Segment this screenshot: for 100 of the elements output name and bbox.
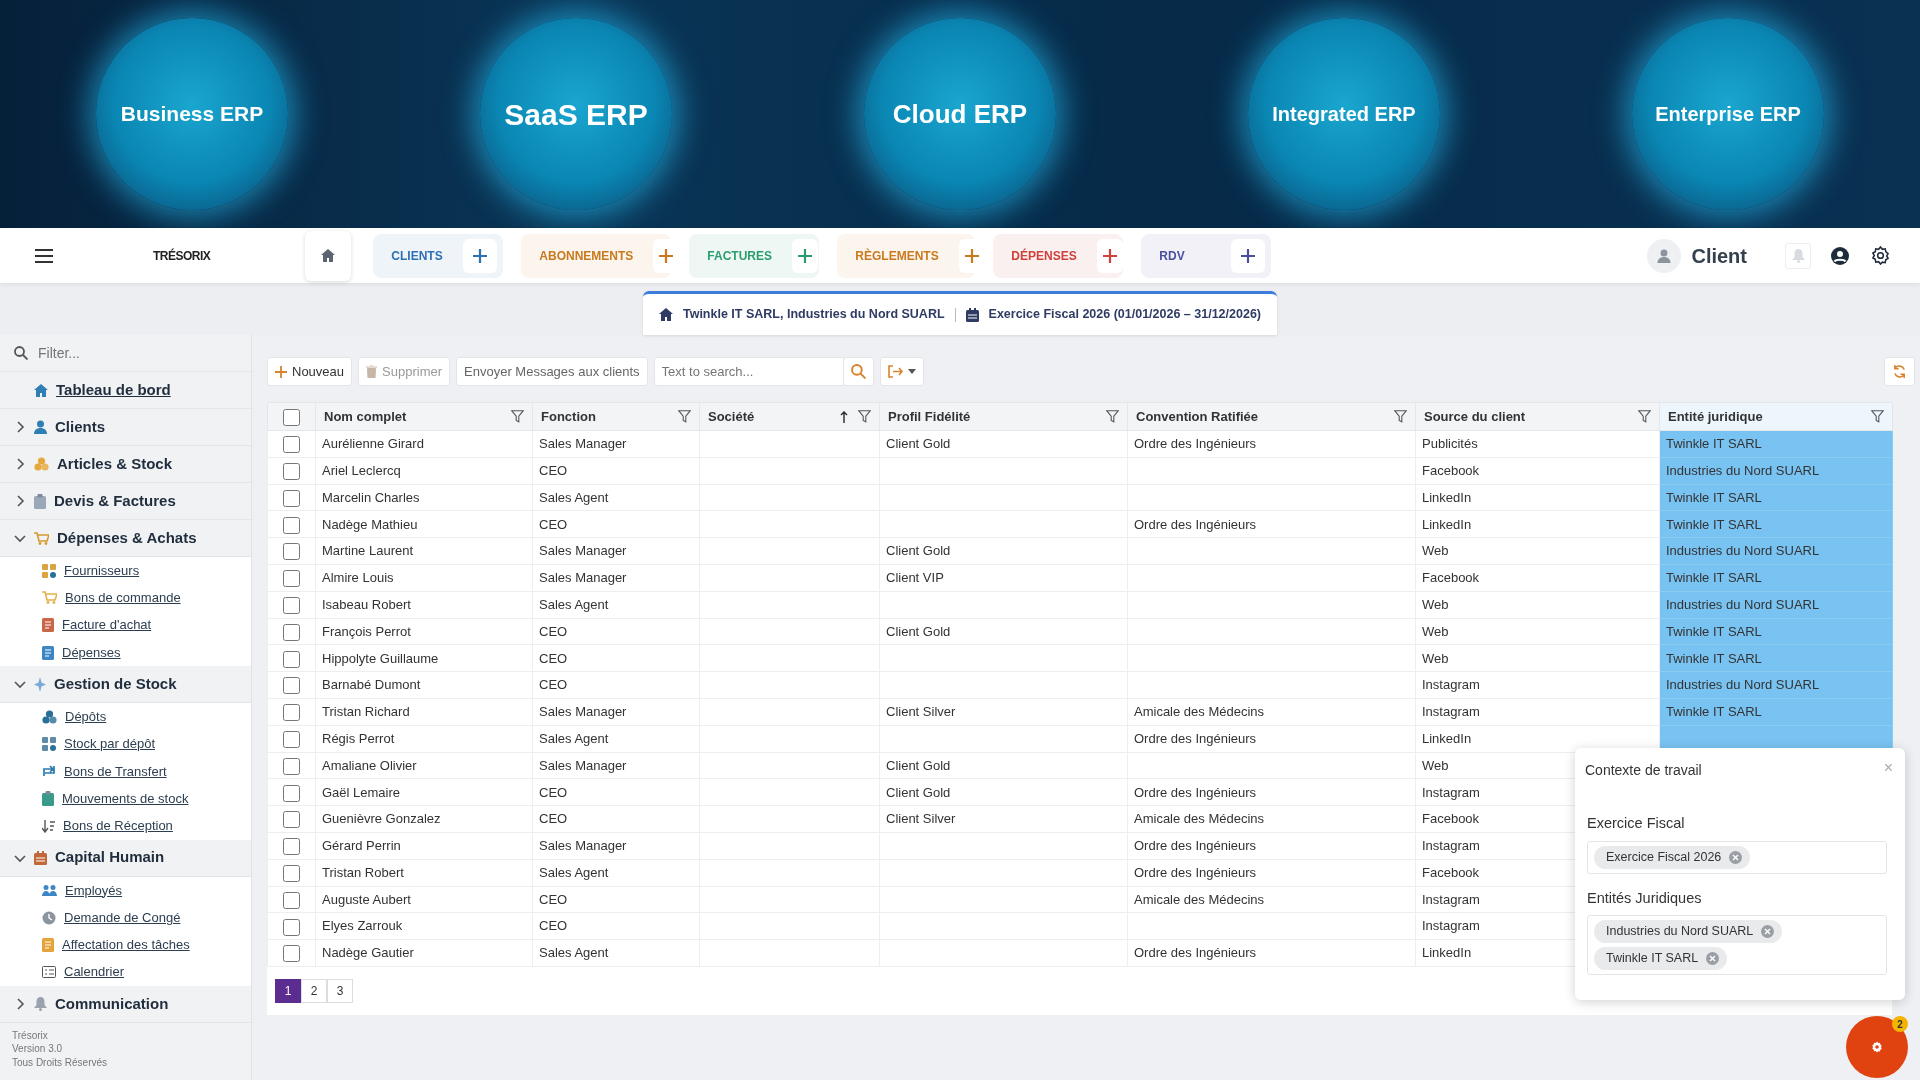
multi-select-field[interactable]: Exercice Fiscal 2026 bbox=[1587, 840, 1887, 874]
column-header[interactable]: Convention Ratifiée bbox=[1127, 402, 1416, 431]
column-header[interactable]: Profil Fidélité bbox=[879, 402, 1128, 431]
add-button[interactable] bbox=[1231, 238, 1266, 273]
document-icon bbox=[42, 645, 54, 660]
sidebar-section[interactable]: Gestion de Stock bbox=[54, 672, 177, 696]
sidebar-link[interactable]: Dépenses bbox=[62, 642, 121, 663]
row-checkbox[interactable] bbox=[283, 597, 300, 614]
sidebar-link[interactable]: Dépôts bbox=[65, 707, 107, 727]
row-checkbox[interactable] bbox=[283, 704, 300, 722]
row-checkbox[interactable] bbox=[283, 784, 300, 802]
row-checkbox[interactable] bbox=[283, 757, 300, 775]
new-button[interactable]: Nouveau bbox=[267, 357, 353, 386]
filter-icon[interactable] bbox=[511, 410, 524, 423]
chevron-right-icon[interactable] bbox=[14, 458, 26, 470]
page-button[interactable]: 2 bbox=[301, 978, 327, 1003]
remove-icon[interactable] bbox=[1729, 850, 1743, 864]
row-checkbox[interactable] bbox=[283, 570, 300, 588]
add-button[interactable] bbox=[463, 238, 498, 273]
sidebar-section[interactable]: Capital Humain bbox=[55, 846, 165, 869]
erp-bubble: Enterprise ERP bbox=[1632, 18, 1824, 210]
column-header[interactable]: Source du client bbox=[1415, 402, 1660, 431]
filter-field[interactable]: Filter... bbox=[36, 341, 226, 365]
filter-icon[interactable] bbox=[1106, 410, 1119, 423]
export-button[interactable] bbox=[879, 357, 924, 386]
row-checkbox[interactable] bbox=[283, 918, 300, 936]
filter-icon[interactable] bbox=[858, 410, 871, 423]
erp-bubble: Integrated ERP bbox=[1248, 18, 1440, 210]
column-header[interactable]: Nom complet bbox=[315, 402, 533, 431]
refresh-button[interactable] bbox=[1884, 357, 1915, 386]
search-field[interactable]: Text to search... bbox=[653, 357, 844, 386]
chevron-down-icon[interactable] bbox=[14, 678, 26, 691]
row-checkbox[interactable] bbox=[283, 730, 300, 748]
remove-icon[interactable] bbox=[1706, 951, 1720, 965]
row-checkbox[interactable] bbox=[283, 945, 300, 963]
row-checkbox[interactable] bbox=[283, 891, 300, 909]
send-messages-button[interactable]: Envoyer Messages aux clients bbox=[456, 357, 648, 386]
sort-icon bbox=[42, 819, 55, 833]
row-checkbox[interactable] bbox=[283, 838, 300, 856]
row-checkbox[interactable] bbox=[283, 543, 300, 561]
logo: TRÉSORIX bbox=[153, 247, 211, 265]
home-button[interactable] bbox=[305, 230, 352, 281]
sidebar-section[interactable]: Devis & Factures bbox=[54, 489, 176, 513]
sidebar-link[interactable]: Tableau de bord bbox=[56, 378, 171, 402]
multi-select-field[interactable]: Industries du Nord SUARL Twinkle IT SARL bbox=[1587, 915, 1887, 975]
settings-icon[interactable] bbox=[1871, 246, 1890, 265]
row-checkbox[interactable] bbox=[283, 811, 300, 829]
filter-icon[interactable] bbox=[1638, 410, 1651, 423]
sidebar-link[interactable]: Calendrier bbox=[64, 962, 124, 982]
tab-label[interactable]: CLIENTS bbox=[391, 246, 443, 265]
filter-icon[interactable] bbox=[1394, 410, 1407, 423]
context-tab[interactable]: Twinkle IT SARL, Industries du Nord SUARL Exercice Fiscal 2026 (01/01/2026 – 31/12/2026) bbox=[642, 291, 1277, 335]
row-checkbox[interactable] bbox=[283, 489, 300, 507]
table-cell: Instagram bbox=[1415, 698, 1660, 726]
row-checkbox[interactable] bbox=[283, 677, 300, 695]
chevron-right-icon[interactable] bbox=[14, 495, 26, 507]
menu-icon[interactable] bbox=[35, 248, 53, 263]
arrow-up-icon[interactable] bbox=[840, 410, 848, 423]
page-button[interactable]: 1 bbox=[275, 978, 301, 1003]
column-header[interactable]: Entité juridique bbox=[1659, 402, 1893, 431]
filter-icon[interactable] bbox=[1871, 410, 1884, 423]
row-checkbox[interactable] bbox=[283, 623, 300, 641]
filter-icon[interactable] bbox=[678, 410, 691, 423]
select-all-checkbox[interactable] bbox=[283, 408, 300, 426]
tab-label[interactable]: DÉPENSES bbox=[1011, 246, 1077, 265]
entities-text: Twinkle IT SARL, Industries du Nord SUARL bbox=[682, 306, 945, 324]
nav-tab[interactable]: CLIENTS bbox=[373, 233, 504, 278]
sidebar-link[interactable]: Employés bbox=[65, 880, 123, 901]
chevron-down-icon[interactable] bbox=[14, 532, 26, 544]
remove-icon[interactable] bbox=[1761, 925, 1775, 939]
chevron-right-icon[interactable] bbox=[14, 421, 26, 433]
sidebar-section[interactable]: Articles & Stock bbox=[57, 452, 173, 476]
table-cell: Web bbox=[1415, 644, 1660, 672]
column-header[interactable]: Société bbox=[699, 402, 880, 431]
notification-count: 2 bbox=[1892, 1016, 1908, 1032]
table-cell: Gérard Perrin bbox=[315, 832, 533, 860]
search-button[interactable] bbox=[843, 357, 874, 386]
row-checkbox[interactable] bbox=[283, 516, 300, 534]
house-icon bbox=[34, 383, 48, 397]
row-checkbox[interactable] bbox=[283, 463, 300, 480]
page-button[interactable]: 3 bbox=[327, 978, 353, 1003]
row-checkbox[interactable] bbox=[283, 436, 300, 454]
sidebar-section[interactable]: Communication bbox=[55, 992, 169, 1016]
user-role: Client bbox=[1691, 243, 1747, 269]
table-cell: Client Gold bbox=[879, 778, 1128, 806]
sidebar-section[interactable]: Clients bbox=[55, 415, 105, 439]
footer-text: Version 3.0 bbox=[12, 1042, 64, 1056]
add-button[interactable] bbox=[1096, 238, 1123, 273]
tab-label[interactable]: RDV bbox=[1159, 246, 1185, 265]
chevron-right-icon[interactable] bbox=[14, 997, 26, 1010]
column-header[interactable]: Fonction bbox=[532, 402, 700, 431]
add-button[interactable] bbox=[792, 238, 818, 273]
row-checkbox[interactable] bbox=[283, 864, 300, 882]
sidebar-section[interactable]: Dépenses & Achats bbox=[57, 526, 197, 550]
nav-tab[interactable]: RDV bbox=[1141, 233, 1272, 278]
table-cell: Sales Manager bbox=[532, 698, 700, 726]
account-icon[interactable] bbox=[1831, 246, 1849, 265]
nav-tab[interactable]: DÉPENSES bbox=[993, 233, 1124, 278]
table-cell: Gaël Lemaire bbox=[315, 778, 533, 806]
row-checkbox[interactable] bbox=[283, 650, 300, 668]
